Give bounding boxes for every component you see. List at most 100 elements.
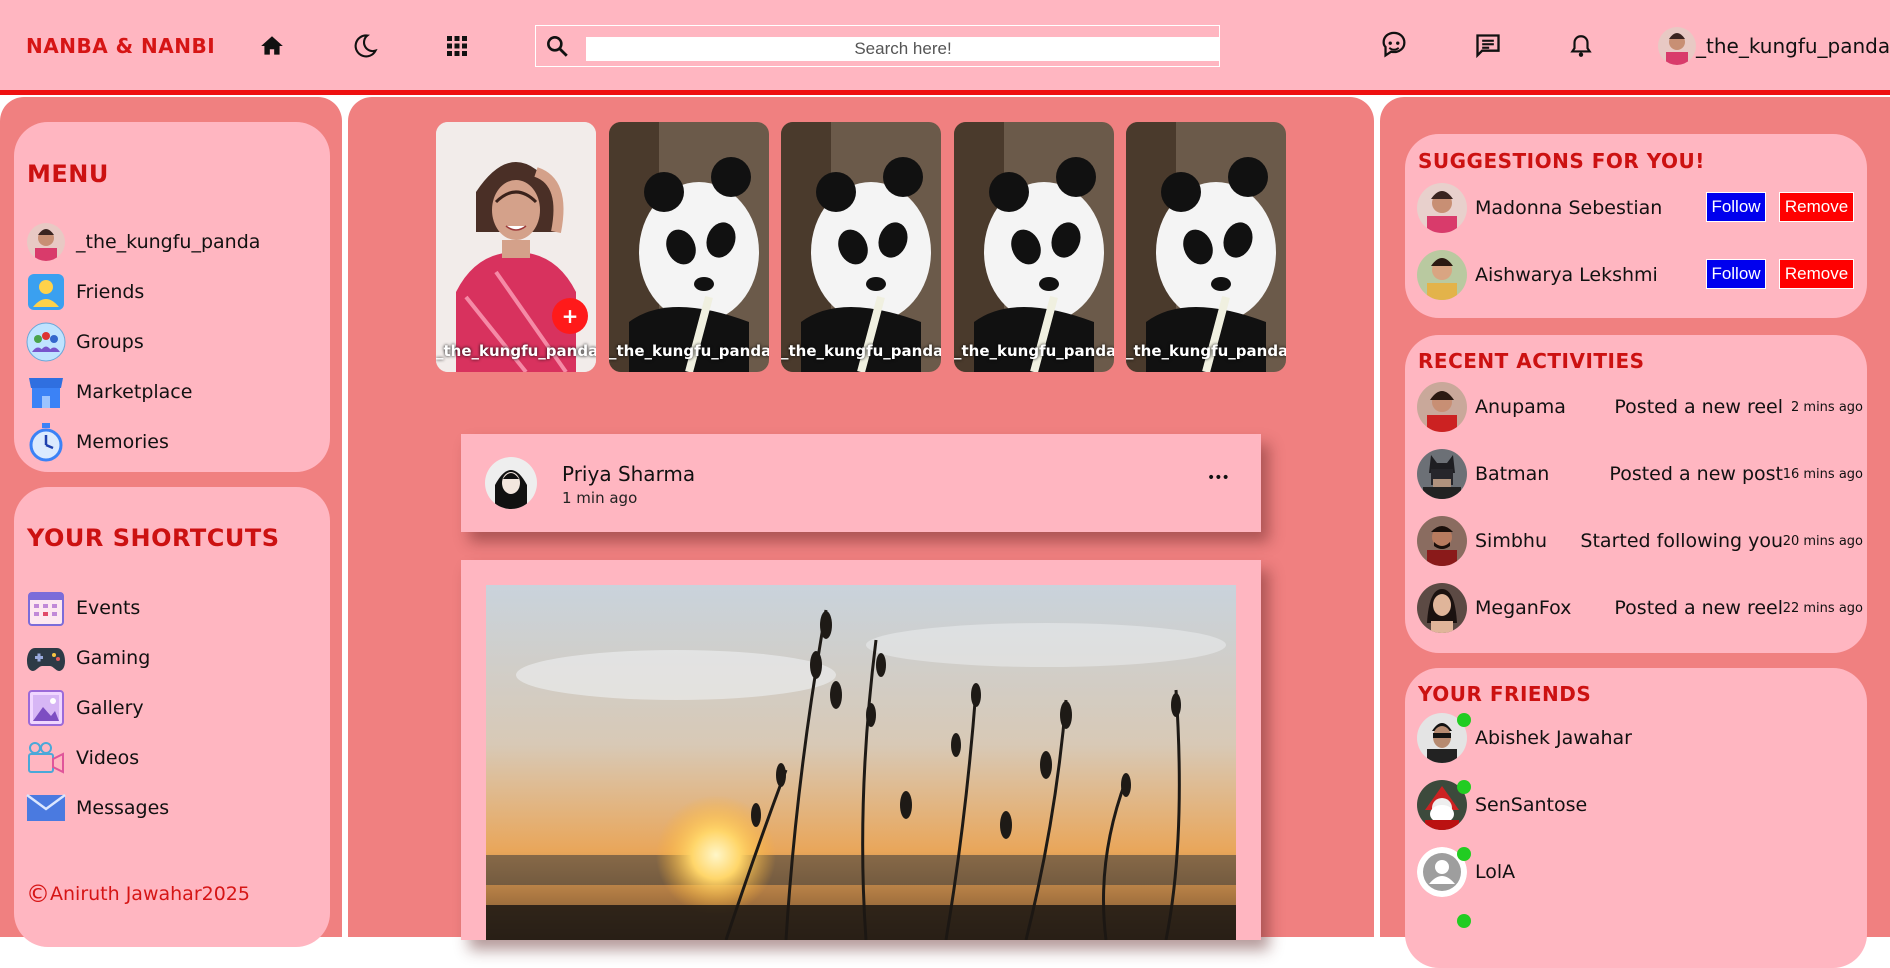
friend-name: LolA	[1475, 861, 1516, 883]
avatar	[1417, 382, 1467, 432]
story-name: _the_kungfu_panda	[436, 342, 596, 360]
story-card[interactable]: _the_kungfu_panda	[1126, 122, 1286, 372]
moon-icon[interactable]	[349, 30, 381, 62]
shortcut-label: Events	[76, 597, 141, 619]
activity-action: Started following you	[1580, 530, 1783, 552]
shortcuts-title: YOUR SHORTCUTS	[27, 524, 280, 552]
post-author-name[interactable]: Priya Sharma	[562, 462, 695, 486]
online-indicator	[1457, 847, 1471, 861]
story-card[interactable]: _the_kungfu_panda	[954, 122, 1114, 372]
shortcut-label: Gallery	[76, 697, 144, 719]
activity-time: 2 mins ago	[1791, 399, 1863, 415]
add-story-button[interactable]: +	[552, 298, 588, 334]
story-image-panda	[954, 122, 1114, 372]
remove-button[interactable]: Remove	[1779, 192, 1854, 222]
activity-action: Posted a new reel	[1614, 396, 1783, 418]
shortcut-gallery[interactable]: Gallery	[26, 687, 144, 729]
shortcut-videos[interactable]: Videos	[26, 737, 139, 779]
activity-row[interactable]: MeganFox Posted a new reel 22 mins ago	[1417, 583, 1863, 633]
online-indicator	[1457, 780, 1471, 794]
menu-item-memories[interactable]: Memories	[26, 421, 169, 463]
search-icon[interactable]	[544, 33, 570, 63]
header-user[interactable]: _the_kungfu_panda	[1658, 27, 1890, 65]
friend-item[interactable]: SenSantose	[1417, 780, 1587, 830]
post-author-avatar[interactable]	[485, 457, 537, 509]
friend-name: SenSantose	[1475, 794, 1588, 816]
friend-name: Abishek Jawahar	[1475, 727, 1632, 749]
story-image-panda	[1126, 122, 1286, 372]
avatar	[1417, 449, 1467, 499]
avatar	[1658, 27, 1696, 65]
shortcut-label: Gaming	[76, 647, 151, 669]
gallery-icon	[26, 688, 66, 728]
menu-title: MENU	[27, 160, 109, 188]
activity-action: Posted a new post	[1609, 463, 1783, 485]
suggestion-row: Madonna Sebestian	[1417, 183, 1662, 233]
menu-item-profile[interactable]: _the_kungfu_panda	[26, 221, 260, 263]
marketplace-icon	[26, 372, 66, 412]
shortcut-messages[interactable]: Messages	[26, 787, 169, 829]
your-friends-card: YOUR FRIENDS Abishek Jawahar SenSantose …	[1405, 668, 1867, 968]
message-icon[interactable]	[1472, 30, 1504, 62]
copyright-text: Aniruth Jawahar2025	[50, 883, 250, 905]
story-card[interactable]: _the_kungfu_panda	[609, 122, 769, 372]
header-username: _the_kungfu_panda	[1696, 34, 1890, 58]
top-navbar: NANBA & NANBI _the_kungfu_panda	[0, 0, 1890, 95]
activity-row[interactable]: Anupama Posted a new reel 2 mins ago	[1417, 382, 1863, 432]
activity-time: 16 mins ago	[1782, 466, 1863, 482]
shortcut-gaming[interactable]: Gaming	[26, 637, 150, 679]
home-icon[interactable]	[256, 30, 288, 62]
follow-button[interactable]: Follow	[1706, 259, 1766, 289]
story-image-panda	[781, 122, 941, 372]
menu-item-friends[interactable]: Friends	[26, 271, 144, 313]
left-sidebar: MENU _the_kungfu_panda Friends Groups Ma…	[0, 97, 342, 947]
bell-icon[interactable]	[1565, 30, 1597, 62]
story-name: _the_kungfu_panda	[954, 342, 1114, 360]
follow-button[interactable]: Follow	[1706, 192, 1766, 222]
post-body	[461, 560, 1261, 940]
activity-row[interactable]: Simbhu Started following you 20 mins ago	[1417, 516, 1863, 566]
menu-item-marketplace[interactable]: Marketplace	[26, 371, 192, 413]
recent-activities-card: RECENT ACTIVITIES Anupama Posted a new r…	[1405, 335, 1867, 653]
post-more-icon[interactable]: •••	[1207, 470, 1230, 486]
friend-item[interactable]: Abishek Jawahar	[1417, 713, 1632, 763]
avatar[interactable]	[1417, 183, 1467, 233]
activity-time: 22 mins ago	[1782, 600, 1863, 616]
activity-user: MeganFox	[1475, 597, 1572, 619]
menu-item-label: Groups	[76, 331, 144, 353]
memories-icon	[26, 422, 66, 462]
story-name: _the_kungfu_panda	[609, 342, 769, 360]
avatar	[1417, 516, 1467, 566]
search-bar	[535, 25, 1220, 67]
video-icon	[26, 738, 66, 778]
avatar[interactable]	[1417, 250, 1467, 300]
post-image-sunset[interactable]	[486, 585, 1236, 940]
activity-user: Anupama	[1475, 396, 1566, 418]
apps-grid-icon[interactable]	[441, 30, 473, 62]
activity-row[interactable]: Batman Posted a new post 16 mins ago	[1417, 449, 1863, 499]
story-name: _the_kungfu_panda	[781, 342, 941, 360]
suggestion-name[interactable]: Aishwarya Lekshmi	[1475, 264, 1658, 286]
avatar	[1417, 583, 1467, 633]
friend-item[interactable]: LolA	[1417, 847, 1515, 897]
shortcut-label: Messages	[76, 797, 170, 819]
story-image-panda	[609, 122, 769, 372]
right-sidebar: SUGGESTIONS FOR YOU! Madonna Sebestian F…	[1380, 97, 1890, 968]
activity-user: Simbhu	[1475, 530, 1547, 552]
story-card-own[interactable]: + _the_kungfu_panda	[436, 122, 596, 372]
chat-bot-icon[interactable]	[1378, 30, 1410, 62]
story-card[interactable]: _the_kungfu_panda	[781, 122, 941, 372]
search-input[interactable]	[586, 37, 1220, 61]
remove-button[interactable]: Remove	[1779, 259, 1854, 289]
menu-item-groups[interactable]: Groups	[26, 321, 144, 363]
mail-icon	[26, 788, 66, 828]
shortcut-events[interactable]: Events	[26, 587, 140, 629]
suggestion-name[interactable]: Madonna Sebestian	[1475, 197, 1662, 219]
copyright-symbol: ©	[26, 880, 50, 908]
friends-title: YOUR FRIENDS	[1418, 682, 1592, 706]
brand-logo[interactable]: NANBA & NANBI	[26, 34, 215, 58]
story-image-woman	[436, 122, 596, 372]
post-header: Priya Sharma 1 min ago •••	[461, 434, 1261, 532]
menu-item-label: Memories	[76, 431, 169, 453]
suggestions-card: SUGGESTIONS FOR YOU! Madonna Sebestian F…	[1405, 134, 1867, 318]
